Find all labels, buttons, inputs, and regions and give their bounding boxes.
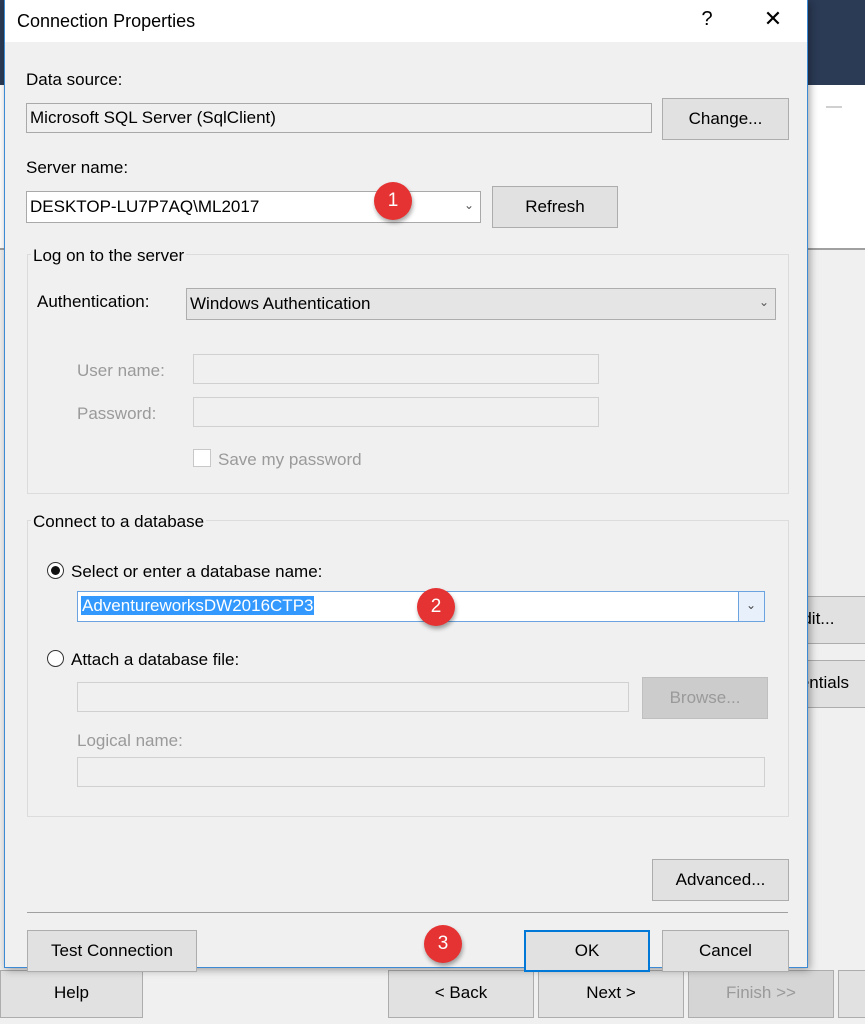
database-dropdown-button[interactable]: ⌄ (738, 592, 764, 621)
attach-file-field[interactable] (77, 682, 629, 712)
select-database-label: Select or enter a database name: (71, 562, 323, 581)
chevron-down-icon: ⌄ (746, 598, 757, 612)
attach-database-radio[interactable] (47, 650, 64, 667)
save-password-label: Save my password (218, 450, 362, 469)
change-button[interactable]: Change... (662, 98, 789, 140)
attach-database-label: Attach a database file: (71, 650, 240, 669)
title-bar: Connection Properties ? ✕ (5, 0, 807, 42)
cancel-button[interactable]: Cancel (662, 930, 789, 972)
data-source-label: Data source: (26, 70, 123, 89)
advanced-button[interactable]: Advanced... (652, 859, 789, 901)
close-icon[interactable]: ✕ (760, 6, 786, 32)
server-name-label: Server name: (26, 158, 129, 177)
authentication-label: Authentication: (37, 292, 150, 311)
database-group-title: Connect to a database (31, 512, 207, 532)
authentication-value: Windows Authentication (190, 294, 371, 313)
chevron-down-icon[interactable]: ⌄ (759, 295, 769, 309)
background-extra-button[interactable] (838, 970, 865, 1018)
logon-group-title: Log on to the server (31, 246, 187, 266)
logical-name-field[interactable] (77, 757, 765, 787)
footer-separator (27, 912, 788, 913)
chevron-down-icon[interactable]: ⌄ (464, 198, 474, 212)
username-label: User name: (77, 361, 165, 380)
ok-button[interactable]: OK (524, 930, 650, 972)
browse-button[interactable]: Browse... (642, 677, 768, 719)
refresh-button[interactable]: Refresh (492, 186, 618, 228)
data-source-field: Microsoft SQL Server (SqlClient) (26, 103, 652, 133)
password-field[interactable] (193, 397, 599, 427)
dialog-title: Connection Properties (17, 11, 196, 31)
background-divider (826, 106, 842, 108)
help-icon[interactable]: ? (695, 8, 719, 31)
annotation-badge-1: 1 (374, 182, 412, 220)
username-field[interactable] (193, 354, 599, 384)
background-back-button[interactable]: < Back (388, 970, 534, 1018)
authentication-dropdown[interactable]: Windows Authentication ⌄ (186, 288, 776, 320)
annotation-badge-3: 3 (424, 925, 462, 963)
server-name-value: DESKTOP-LU7P7AQ\ML2017 (30, 197, 260, 216)
database-name-value: AdventureworksDW2016CTP3 (81, 596, 315, 615)
test-connection-button[interactable]: Test Connection (27, 930, 197, 972)
annotation-badge-2: 2 (417, 588, 455, 626)
background-help-button[interactable]: Help (0, 970, 143, 1018)
server-name-combobox[interactable]: DESKTOP-LU7P7AQ\ML2017 ⌄ (26, 191, 481, 223)
save-password-checkbox[interactable] (193, 449, 211, 467)
select-database-radio[interactable] (47, 562, 64, 579)
background-finish-button[interactable]: Finish >> (688, 970, 834, 1018)
connection-properties-dialog: Connection Properties ? ✕ Data source: M… (4, 0, 808, 972)
password-label: Password: (77, 404, 157, 423)
background-next-button[interactable]: Next > (538, 970, 684, 1018)
logical-name-label: Logical name: (77, 731, 183, 750)
